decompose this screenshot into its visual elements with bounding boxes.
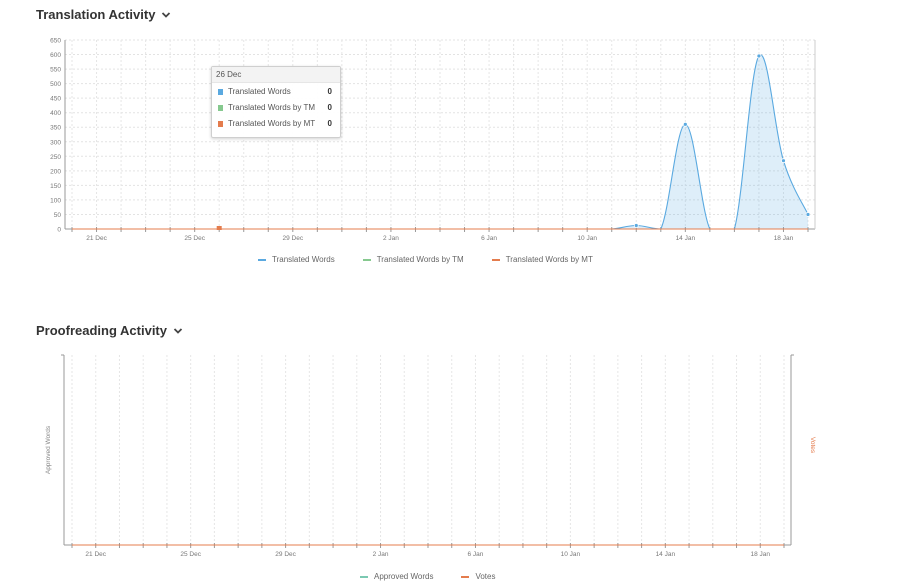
- x-tick-label: 14 Jan: [656, 551, 676, 558]
- chevron-down-icon[interactable]: [173, 326, 183, 336]
- data-point: [756, 53, 762, 59]
- translation-activity-title-text: Translation Activity: [36, 7, 156, 22]
- x-tick-label: 2 Jan: [373, 551, 389, 558]
- hover-marker: [216, 226, 222, 230]
- y-tick-label: 100: [50, 197, 61, 204]
- y-tick-label: 150: [50, 183, 61, 190]
- y-tick-label: 550: [50, 67, 61, 74]
- tooltip-row-translated: Translated Words 0: [212, 83, 340, 99]
- translation-activity-chart[interactable]: 0 50 100 150 200 250 300 350 400 450 500 550 600 650 2…: [0, 30, 902, 280]
- y-tick-label: 350: [50, 125, 61, 132]
- x-tick-label: 10 Jan: [561, 551, 581, 558]
- legend-item-votes[interactable]: Votes: [461, 572, 495, 581]
- legend-swatch: [491, 258, 500, 261]
- tooltip-row-mt: Translated Words by MT 0: [212, 115, 340, 131]
- tooltip-label: Translated Words: [228, 87, 291, 96]
- legend-label: Translated Words: [272, 255, 335, 264]
- proofreading-activity-title-text: Proofreading Activity: [36, 323, 167, 338]
- tooltip-swatch-tm: [218, 104, 223, 111]
- tooltip-value: 0: [327, 119, 332, 128]
- legend-swatch: [461, 575, 470, 578]
- x-tick-label: 21 Dec: [85, 551, 106, 558]
- chevron-down-icon[interactable]: [161, 10, 171, 20]
- x-tick-label: 25 Dec: [184, 235, 205, 242]
- proofreading-legend: Approved Words Votes: [360, 572, 495, 581]
- legend-swatch: [362, 258, 371, 261]
- tooltip-row-tm: Translated Words by TM 0: [212, 99, 340, 115]
- tooltip-label: Translated Words by TM: [228, 103, 315, 112]
- tooltip-value: 0: [327, 87, 332, 96]
- x-tick-label: 29 Dec: [282, 235, 303, 242]
- y-tick-label: 650: [50, 38, 61, 45]
- data-point: [682, 121, 688, 127]
- translation-legend: Translated Words Translated Words by TM …: [258, 255, 593, 264]
- legend-swatch: [258, 258, 266, 261]
- x-tick-label: 18 Jan: [751, 551, 771, 558]
- tooltip-date: 26 Dec: [212, 67, 340, 83]
- data-point: [781, 158, 786, 164]
- x-tick-label: 6 Jan: [468, 551, 484, 558]
- y-tick-label: 600: [50, 52, 61, 59]
- legend-item-approved-words[interactable]: Approved Words: [360, 572, 433, 581]
- y-tick-label: 200: [50, 168, 61, 175]
- chart-tooltip: 26 Dec Translated Words 0 Translated Wor…: [211, 66, 341, 138]
- x-tick-label: 21 Dec: [86, 235, 107, 242]
- tooltip-swatch-translated: [218, 88, 223, 95]
- y-tick-label: 500: [50, 81, 61, 88]
- x-tick-label: 2 Jan: [383, 235, 399, 242]
- tooltip-label: Translated Words by MT: [228, 119, 316, 128]
- legend-label: Approved Words: [374, 572, 434, 581]
- y-axis-right-title: Votes: [809, 437, 816, 454]
- translation-activity-title[interactable]: Translation Activity: [36, 7, 171, 22]
- proofreading-activity-title[interactable]: Proofreading Activity: [36, 323, 183, 338]
- y-tick-label: 250: [50, 154, 61, 161]
- legend-item-translated-by-mt[interactable]: Translated Words by MT: [491, 255, 593, 264]
- legend-label: Translated Words by MT: [505, 255, 593, 264]
- legend-label: Votes: [475, 572, 496, 581]
- y-tick-label: 400: [50, 110, 61, 117]
- legend-label: Translated Words by TM: [376, 255, 464, 264]
- y-tick-label: 50: [54, 212, 62, 219]
- legend-item-translated-by-tm[interactable]: Translated Words by TM: [362, 255, 464, 264]
- legend-item-translated-words[interactable]: Translated Words: [258, 255, 335, 264]
- y-tick-label: 450: [50, 96, 61, 103]
- x-tick-label: 10 Jan: [577, 235, 597, 242]
- legend-swatch: [360, 575, 368, 578]
- y-axis-left-title: Approved Words: [45, 425, 52, 474]
- y-tick-label: 300: [50, 139, 61, 146]
- x-tick-label: 6 Jan: [481, 235, 497, 242]
- x-tick-label: 25 Dec: [180, 551, 201, 558]
- x-tick-label: 14 Jan: [676, 235, 696, 242]
- y-tick-label: 0: [57, 227, 61, 234]
- tooltip-value: 0: [327, 103, 332, 112]
- data-point: [633, 223, 639, 228]
- x-tick-label: 18 Jan: [774, 235, 794, 242]
- data-point: [805, 212, 811, 217]
- proofreading-activity-chart[interactable]: 21 Dec 25 Dec 29 Dec 2 Jan 6 Jan 10 Jan 14 Jan…: [0, 345, 902, 567]
- tooltip-swatch-mt: [218, 120, 223, 127]
- x-tick-label: 29 Dec: [275, 551, 296, 558]
